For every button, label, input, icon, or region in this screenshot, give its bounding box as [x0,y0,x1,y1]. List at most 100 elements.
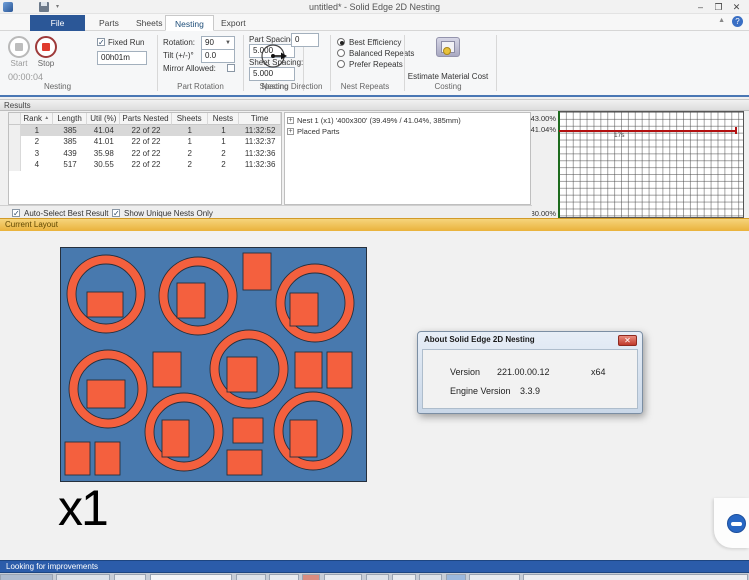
rect-part[interactable] [227,450,262,475]
table-cell: 11:32:52 [239,125,281,137]
ribbon: Start Stop 00:00:04 ✓ Fixed Run 00h01m N… [0,31,749,97]
tree-item[interactable]: +Placed Parts [287,126,530,136]
radio-balanced-repeats[interactable] [337,49,345,57]
fixed-run-checkbox[interactable]: ✓ [97,38,105,46]
table-cell: 1 [172,125,208,137]
taskbar-button[interactable] [469,574,520,580]
rect-part[interactable] [290,293,318,326]
costing-group-label: Costing [404,82,492,91]
rect-part[interactable] [233,418,263,443]
table-cell: 2 [172,148,208,160]
tree-item[interactable]: +Nest 1 (x1) '400x300' (39.49% / 41.04%,… [287,115,530,125]
nesting-direction-icon[interactable] [260,42,288,70]
nesting-direction-group-label: Nesting Direction [252,82,332,91]
sheet-scale-label: x1 [58,479,107,537]
stop-button[interactable] [35,36,57,58]
rotation-label: Rotation: [163,38,195,47]
tree-item-label: Nest 1 (x1) '400x300' (39.49% / 41.04%, … [297,116,461,125]
tab-file[interactable]: File [30,15,85,31]
estimate-material-cost-icon[interactable] [436,37,460,57]
rect-part[interactable] [243,253,271,290]
column-header[interactable]: Nests [208,113,240,125]
taskbar-button[interactable] [0,574,53,580]
rect-part[interactable] [177,283,205,318]
current-layout-header[interactable]: Current Layout [0,218,749,231]
rect-part[interactable] [87,292,123,317]
nest-sheet[interactable] [60,247,367,482]
collapse-ribbon-icon[interactable]: ▲ [718,17,725,24]
results-panel-header[interactable]: Results [0,99,749,111]
rect-part[interactable] [87,380,125,408]
rect-part[interactable] [153,352,181,387]
table-cell: 41.04 [87,125,120,137]
table-cell: 30.55 [87,159,120,171]
tab-export[interactable]: Export [212,15,255,31]
table-row[interactable]: 238541.0122 of 221111:32:37 [9,136,281,148]
results-table[interactable]: Rank ▲LengthUtil (%)Parts NestedSheetsNe… [8,112,282,205]
taskbar-button[interactable] [150,574,232,580]
rect-part[interactable] [162,420,189,457]
table-cell: 3 [21,148,53,160]
taskbar-button[interactable] [56,574,110,580]
rect-part[interactable] [295,352,322,388]
radio-prefer-repeats[interactable] [337,60,345,68]
taskbar-button[interactable] [419,574,442,580]
restore-button[interactable]: ❐ [712,1,725,13]
taskbar-button[interactable] [302,574,320,580]
table-cell: 385 [53,136,88,148]
minimize-button[interactable]: – [694,1,707,13]
tab-nesting[interactable]: Nesting [165,15,214,31]
show-unique-nests-checkbox[interactable]: ✓ [112,209,120,217]
column-header[interactable]: Time [239,113,281,125]
rotation-combobox[interactable]: 90▼ [201,36,235,50]
table-row[interactable]: 451730.5522 of 222211:32:36 [9,159,281,171]
rect-part[interactable] [327,352,352,388]
tab-parts[interactable]: Parts [90,15,128,31]
estimate-material-cost-button[interactable]: Estimate Material Cost [404,72,492,81]
table-cell: 385 [53,125,88,137]
column-header[interactable]: Parts Nested [120,113,172,125]
table-cell: 1 [208,125,240,137]
rect-part[interactable] [65,442,90,475]
radio-best-efficiency[interactable] [337,38,345,46]
column-header[interactable]: Sheets [172,113,208,125]
start-button[interactable] [8,36,30,58]
taskbar-button[interactable] [392,574,416,580]
expand-icon[interactable]: + [287,117,294,124]
teamviewer-icon[interactable] [727,514,746,533]
chevron-down-icon[interactable]: ▼ [225,38,231,48]
utilization-chart: 43.00% 41.04% 30.00% 17s [532,111,746,218]
tilt-field[interactable]: 0.0 [201,49,235,63]
table-row[interactable]: 343935.9822 of 222211:32:36 [9,148,281,160]
table-row[interactable]: 138541.0422 of 221111:32:52 [9,125,281,137]
nest-tree[interactable]: +Nest 1 (x1) '400x300' (39.49% / 41.04%,… [284,112,531,205]
rect-part[interactable] [290,420,317,457]
column-header[interactable]: Rank ▲ [21,113,53,125]
column-header[interactable]: Length [53,113,88,125]
close-button[interactable]: ✕ [730,1,743,13]
table-cell: 2 [21,136,53,148]
taskbar-button[interactable] [446,574,466,580]
run-duration-field[interactable]: 00h01m [97,51,147,65]
taskbar-button[interactable] [366,574,389,580]
taskbar-button[interactable] [236,574,266,580]
rect-part[interactable] [227,357,257,392]
about-dialog-close-button[interactable]: ✕ [618,335,637,346]
column-header[interactable]: Util (%) [87,113,120,125]
table-cell: 11:32:36 [239,159,281,171]
taskbar-button[interactable] [324,574,362,580]
auto-select-best-result-checkbox[interactable]: ✓ [12,209,20,217]
taskbar-button[interactable] [269,574,299,580]
stop-button-label: Stop [35,59,57,68]
help-icon[interactable]: ? [732,16,743,27]
direction-angle-field[interactable]: 0 [291,33,319,47]
table-cell: 35.98 [87,148,120,160]
taskbar-button[interactable] [523,574,748,580]
taskbar-button[interactable] [114,574,146,580]
expand-icon[interactable]: + [287,128,294,135]
table-cell: 1 [172,136,208,148]
notification-bubble[interactable] [714,498,749,548]
table-cell: 517 [53,159,88,171]
rect-part[interactable] [95,442,120,475]
mirror-allowed-checkbox[interactable] [227,64,235,72]
